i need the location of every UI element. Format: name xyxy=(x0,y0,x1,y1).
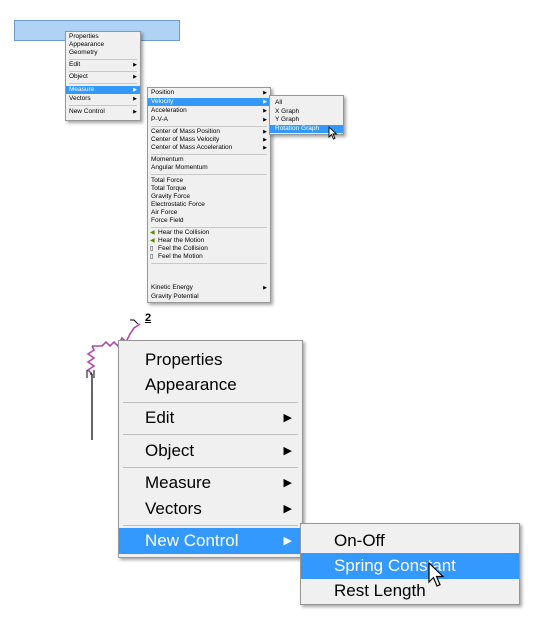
menu-separator xyxy=(123,434,298,435)
menu-separator xyxy=(69,71,137,72)
menu-separator xyxy=(151,227,267,228)
submenu-arrow-icon: ▶ xyxy=(133,96,137,102)
menu-item-properties[interactable]: Properties xyxy=(66,33,140,41)
menu-separator xyxy=(69,105,137,106)
menu-item-properties[interactable]: Properties xyxy=(119,347,302,373)
menu-item-gravity-force[interactable]: Gravity Force xyxy=(148,193,270,201)
menu-item-measure[interactable]: Measure ▶ xyxy=(66,86,140,94)
submenu-arrow-icon: ▶ xyxy=(133,87,137,93)
submenu-arrow-icon: ▶ xyxy=(133,62,137,68)
menu-item-new-control[interactable]: New Control ▶ xyxy=(119,528,302,554)
speaker-icon: ◀ xyxy=(150,238,155,244)
menu-item-hear-collision[interactable]: ◀ Hear the Collision xyxy=(148,229,270,237)
menu-separator xyxy=(123,467,298,468)
submenu-arrow-icon: ▶ xyxy=(283,477,292,489)
small-context-menu: Properties Appearance Geometry Edit ▶ Obj… xyxy=(65,31,141,121)
menu-item-edit[interactable]: Edit ▶ xyxy=(119,405,302,431)
mouse-cursor-icon xyxy=(428,562,445,587)
mouse-icon: ▯ xyxy=(150,254,154,260)
menu-item-appearance[interactable]: Appearance xyxy=(66,41,140,49)
submenu-arrow-icon: ▶ xyxy=(283,445,292,457)
menu-item-feel-motion[interactable]: ▯ Feel the Motion xyxy=(148,253,270,261)
submenu-arrow-icon: ▶ xyxy=(263,117,267,123)
submenu-arrow-icon: ▶ xyxy=(263,129,267,135)
menu-item-angular-momentum[interactable]: Angular Momentum xyxy=(148,164,270,172)
menu-separator xyxy=(151,126,267,127)
submenu-arrow-icon: ▶ xyxy=(283,412,292,424)
submenu-arrow-icon: ▶ xyxy=(263,145,267,151)
menu-item-y-graph[interactable]: Y Graph xyxy=(270,116,343,124)
menu-item-acceleration[interactable]: Acceleration ▶ xyxy=(148,107,270,115)
menu-item-total-force[interactable]: Total Force xyxy=(148,177,270,185)
submenu-arrow-icon: ▶ xyxy=(263,137,267,143)
menu-item-vectors[interactable]: Vectors ▶ xyxy=(66,95,140,103)
measure-submenu: Position ▶ Velocity ▶ Acceleration ▶ P-V-A ▶… xyxy=(147,87,271,303)
submenu-arrow-icon: ▶ xyxy=(263,285,267,291)
menu-separator xyxy=(69,59,137,60)
menu-separator xyxy=(123,525,298,526)
large-context-menu: Properties Appearance Edit ▶ Object ▶ Meas… xyxy=(118,340,303,558)
menu-item-feel-collision[interactable]: ▯ Feel the Collision xyxy=(148,245,270,253)
menu-item-momentum[interactable]: Momentum xyxy=(148,156,270,164)
menu-separator xyxy=(69,83,137,84)
menu-item-appearance[interactable]: Appearance xyxy=(119,372,302,398)
menu-item-com-acceleration[interactable]: Center of Mass Acceleration ▶ xyxy=(148,144,270,152)
speaker-icon: ◀ xyxy=(150,230,155,236)
menu-item-geometry[interactable]: Geometry xyxy=(66,49,140,57)
submenu-arrow-icon: ▶ xyxy=(283,503,292,515)
menu-item-measure[interactable]: Measure ▶ xyxy=(119,470,302,496)
menu-item-spring-constant[interactable]: Spring Constant xyxy=(301,553,519,579)
menu-item-x-graph[interactable]: X Graph xyxy=(270,108,343,116)
menu-item-new-control[interactable]: New Control ▶ xyxy=(66,108,140,116)
menu-item-com-position[interactable]: Center of Mass Position ▶ xyxy=(148,128,270,136)
menu-item-hear-motion[interactable]: ◀ Hear the Motion xyxy=(148,237,270,245)
menu-item-on-off[interactable]: On-Off xyxy=(301,528,519,554)
menu-item-vectors[interactable]: Vectors ▶ xyxy=(119,496,302,522)
menu-separator xyxy=(123,402,298,403)
menu-item-pva[interactable]: P-V-A ▶ xyxy=(148,116,270,124)
menu-item-com-velocity[interactable]: Center of Mass Velocity ▶ xyxy=(148,136,270,144)
menu-item-object[interactable]: Object ▶ xyxy=(119,438,302,464)
menu-separator xyxy=(151,263,267,264)
mouse-cursor-icon xyxy=(328,126,338,140)
spring-label: 2 xyxy=(145,312,152,324)
mouse-icon: ▯ xyxy=(150,246,154,252)
menu-separator xyxy=(151,174,267,175)
new-control-submenu: On-Off Spring Constant Rest Length xyxy=(300,523,520,605)
menu-item-rest-length[interactable]: Rest Length xyxy=(301,578,519,604)
menu-item-all[interactable]: All xyxy=(270,99,343,107)
submenu-arrow-icon: ▶ xyxy=(133,109,137,115)
menu-item-velocity[interactable]: Velocity ▶ xyxy=(148,98,270,106)
menu-item-edit[interactable]: Edit ▶ xyxy=(66,61,140,69)
menu-item-position[interactable]: Position ▶ xyxy=(148,89,270,97)
submenu-arrow-icon: ▶ xyxy=(283,535,292,547)
menu-item-air-force[interactable]: Air Force xyxy=(148,209,270,217)
submenu-arrow-icon: ▶ xyxy=(133,74,137,80)
menu-item-total-torque[interactable]: Total Torque xyxy=(148,185,270,193)
submenu-arrow-icon: ▶ xyxy=(263,99,267,105)
menu-separator xyxy=(151,154,267,155)
menu-item-object[interactable]: Object ▶ xyxy=(66,73,140,81)
submenu-arrow-icon: ▶ xyxy=(263,90,267,96)
menu-item-force-field[interactable]: Force Field xyxy=(148,217,270,225)
submenu-arrow-icon: ▶ xyxy=(263,108,267,114)
menu-item-gravity-potential[interactable]: Gravity Potential xyxy=(148,293,270,301)
menu-item-kinetic-energy[interactable]: Kinetic Energy ▶ xyxy=(148,284,270,292)
menu-item-electrostatic-force[interactable]: Electrostatic Force xyxy=(148,201,270,209)
